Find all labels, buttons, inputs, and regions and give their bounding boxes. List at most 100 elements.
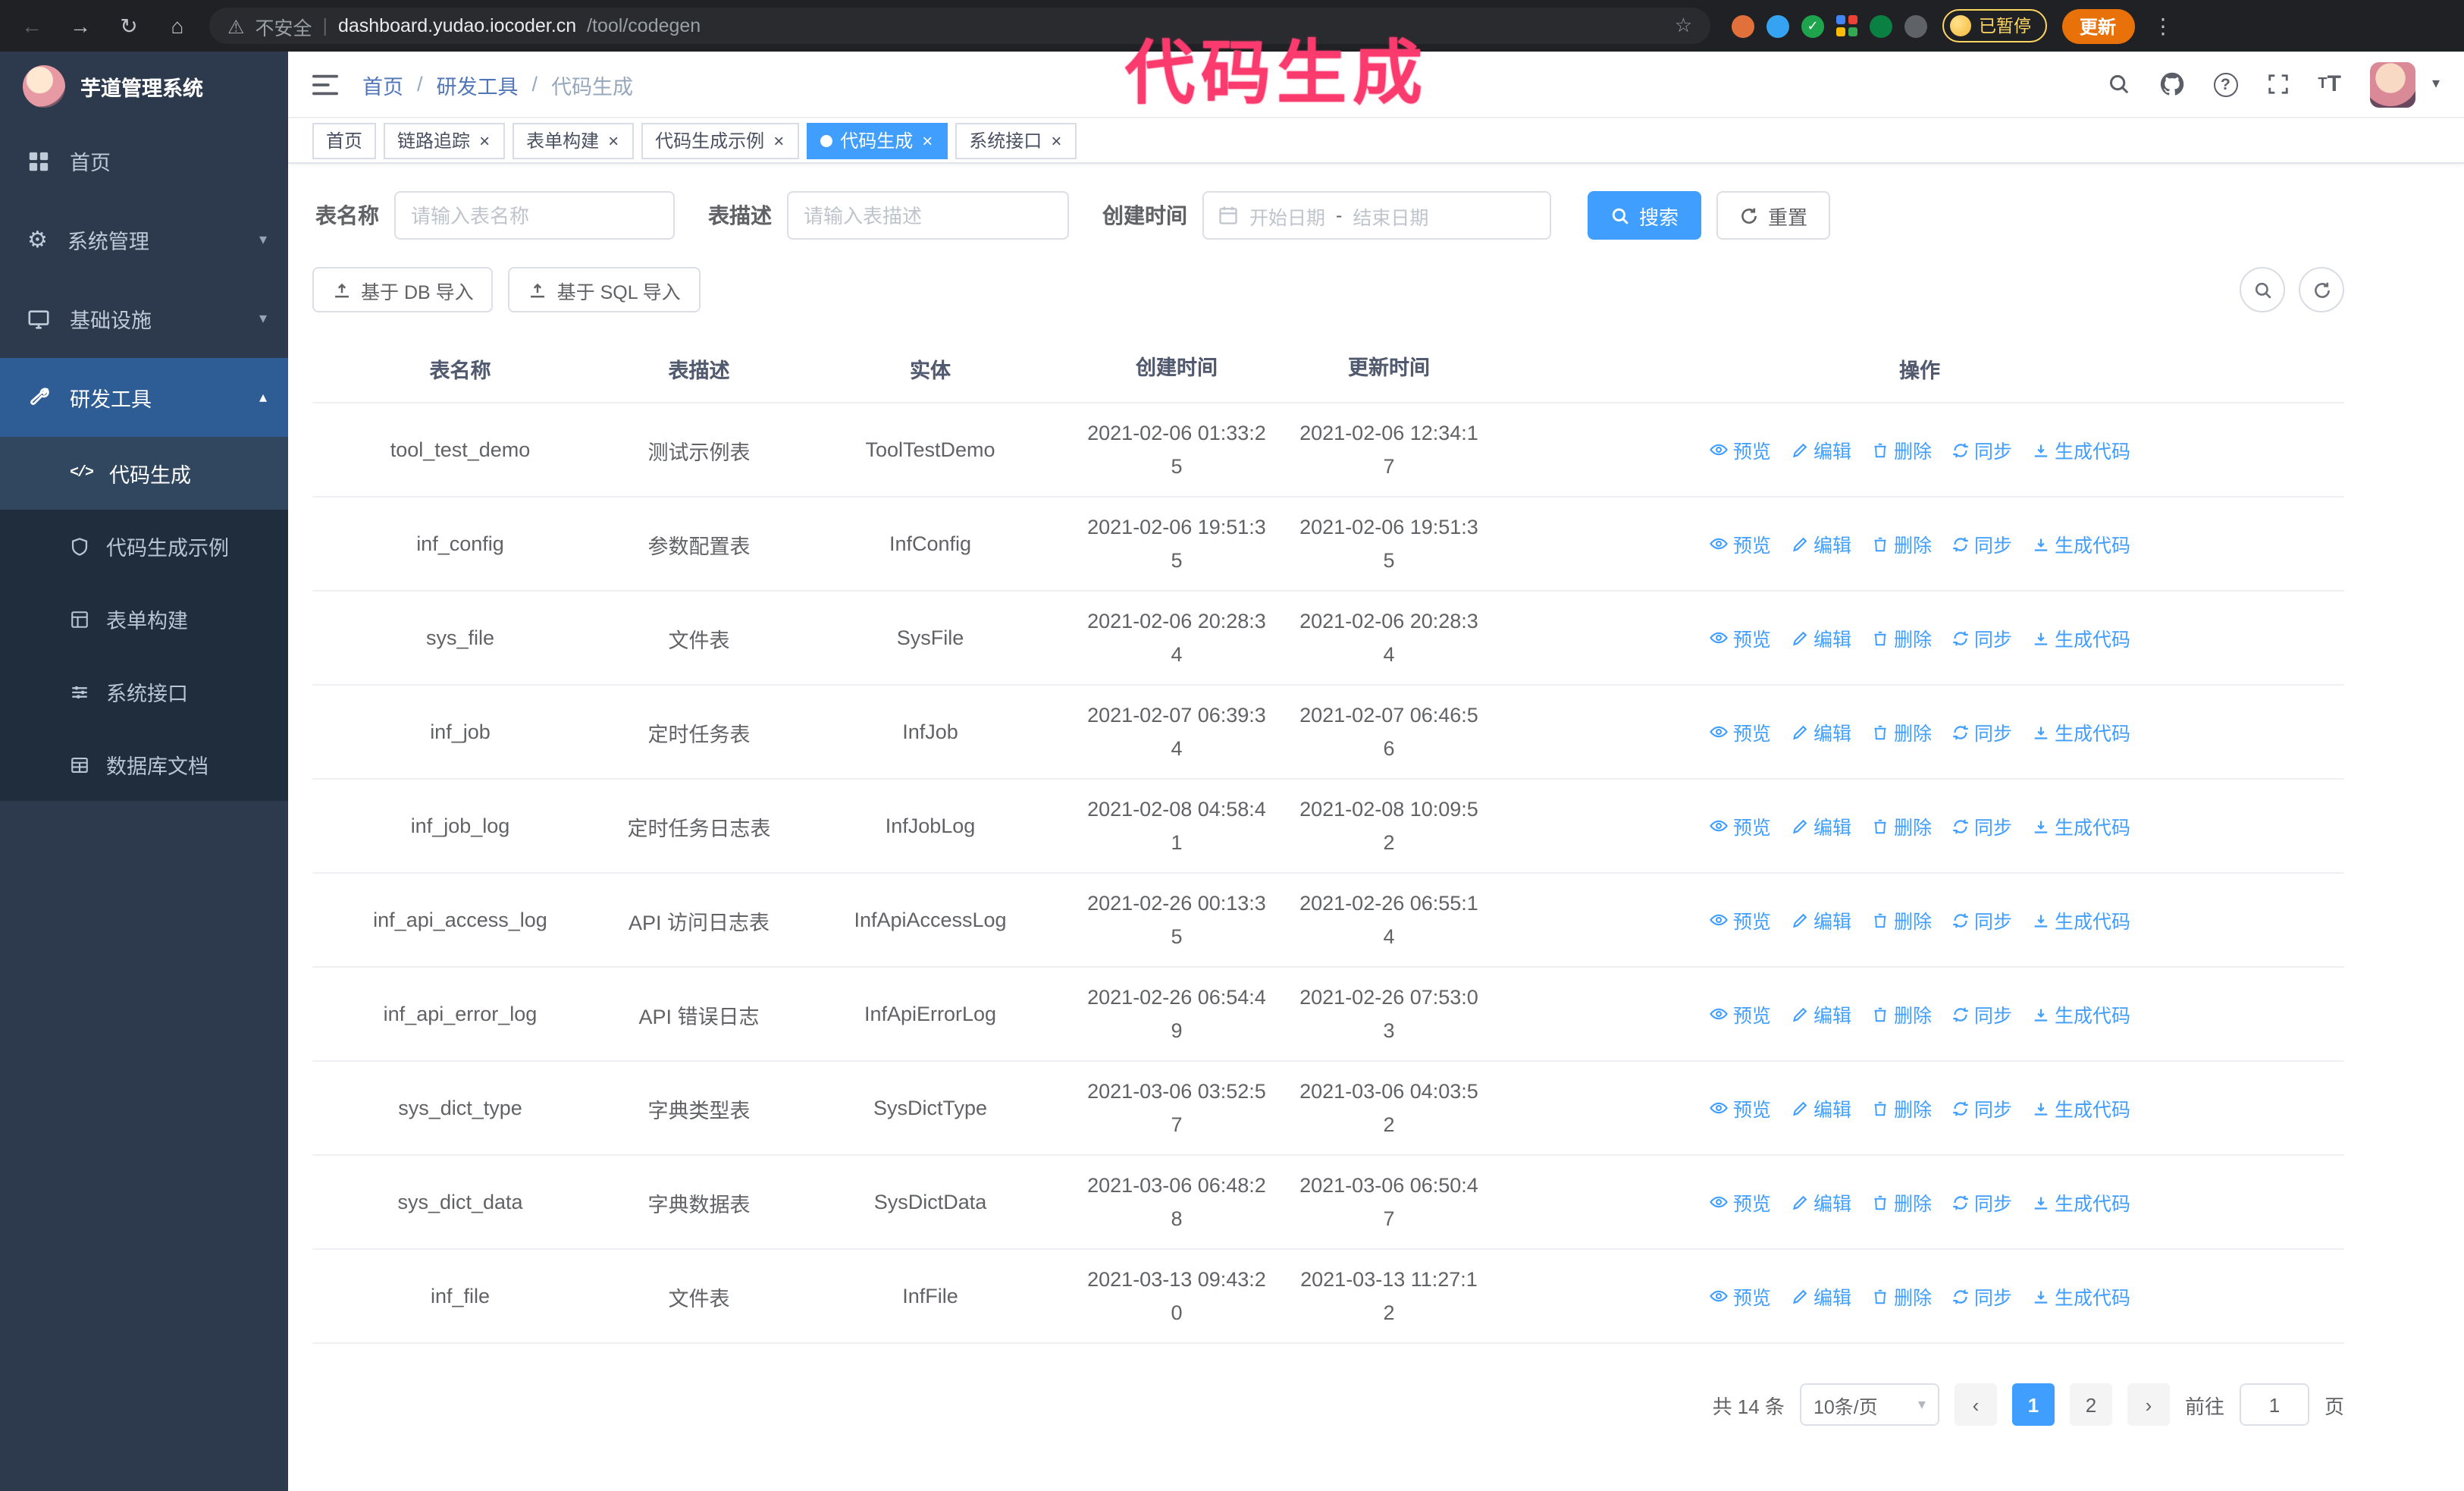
view-tab[interactable]: 系统接口 ×: [955, 122, 1077, 159]
sync-link[interactable]: 同步: [1951, 435, 2012, 464]
github-icon[interactable]: [2158, 71, 2184, 97]
sidebar-fold-icon[interactable]: [312, 74, 338, 95]
edit-link[interactable]: 编辑: [1791, 529, 1851, 558]
address-bar[interactable]: ⚠ 不安全 | dashboard.yudao.iocoder.cn/tool/…: [209, 8, 1710, 44]
extension-icon[interactable]: [1732, 14, 1754, 37]
view-tab[interactable]: 首页: [312, 122, 377, 159]
preview-link[interactable]: 预览: [1709, 1282, 1771, 1311]
preview-link[interactable]: 预览: [1709, 1000, 1771, 1028]
sync-link[interactable]: 同步: [1951, 1282, 2012, 1311]
table-desc-input[interactable]: [787, 191, 1069, 240]
browser-menu-icon[interactable]: ⋮: [2149, 13, 2177, 39]
close-icon[interactable]: ×: [920, 130, 934, 151]
sidebar-item-form-builder[interactable]: 表单构建: [0, 582, 288, 655]
goto-page-input[interactable]: [2239, 1383, 2309, 1426]
font-size-icon[interactable]: TT: [2318, 71, 2341, 97]
close-icon[interactable]: ×: [607, 130, 620, 151]
forward-icon[interactable]: →: [64, 14, 97, 38]
delete-link[interactable]: 删除: [1871, 435, 1932, 464]
generate-code-link[interactable]: 生成代码: [2032, 717, 2130, 746]
preview-link[interactable]: 预览: [1709, 1188, 1771, 1216]
profile-paused-badge[interactable]: 已暂停: [1942, 9, 2046, 42]
breadcrumb-item[interactable]: 研发工具: [437, 69, 519, 99]
delete-link[interactable]: 删除: [1871, 623, 1932, 652]
preview-link[interactable]: 预览: [1709, 623, 1771, 652]
delete-link[interactable]: 删除: [1871, 1282, 1932, 1311]
next-page-button[interactable]: ›: [2127, 1383, 2170, 1426]
delete-link[interactable]: 删除: [1871, 906, 1932, 934]
generate-code-link[interactable]: 生成代码: [2032, 435, 2130, 464]
edit-link[interactable]: 编辑: [1791, 435, 1851, 464]
delete-link[interactable]: 删除: [1871, 1094, 1932, 1122]
table-name-input[interactable]: [394, 191, 675, 240]
view-tab[interactable]: 表单构建 ×: [513, 122, 635, 159]
delete-link[interactable]: 删除: [1871, 1188, 1932, 1216]
view-tab[interactable]: 链路追踪 ×: [384, 122, 506, 159]
view-tab[interactable]: 代码生成 ×: [807, 122, 948, 159]
sync-link[interactable]: 同步: [1951, 906, 2012, 934]
reload-icon[interactable]: ↻: [112, 13, 146, 39]
sidebar-item-system[interactable]: ⚙ 系统管理 ▾: [0, 200, 288, 279]
toggle-search-button[interactable]: [2240, 267, 2285, 312]
generate-code-link[interactable]: 生成代码: [2032, 906, 2130, 934]
back-icon[interactable]: ←: [15, 14, 49, 38]
delete-link[interactable]: 删除: [1871, 811, 1932, 840]
edit-link[interactable]: 编辑: [1791, 1188, 1851, 1216]
generate-code-link[interactable]: 生成代码: [2032, 1188, 2130, 1216]
puzzle-icon[interactable]: [1904, 14, 1927, 37]
view-tab[interactable]: 代码生成示例 ×: [641, 122, 800, 159]
date-range-picker[interactable]: 开始日期 - 结束日期: [1202, 191, 1551, 240]
avatar-caret-icon[interactable]: ▾: [2432, 76, 2440, 93]
edit-link[interactable]: 编辑: [1791, 811, 1851, 840]
reset-button[interactable]: 重置: [1716, 191, 1831, 240]
preview-link[interactable]: 预览: [1709, 811, 1771, 840]
edit-link[interactable]: 编辑: [1791, 717, 1851, 746]
search-icon[interactable]: [2107, 73, 2130, 96]
delete-link[interactable]: 删除: [1871, 529, 1932, 558]
preview-link[interactable]: 预览: [1709, 529, 1771, 558]
sidebar-item-infra[interactable]: 基础设施 ▾: [0, 279, 288, 358]
import-db-button[interactable]: 基于 DB 导入: [312, 267, 494, 312]
generate-code-link[interactable]: 生成代码: [2032, 1000, 2130, 1028]
sidebar-item-devtools[interactable]: 研发工具 ▴: [0, 358, 288, 437]
sync-link[interactable]: 同步: [1951, 529, 2012, 558]
sync-link[interactable]: 同步: [1951, 811, 2012, 840]
edit-link[interactable]: 编辑: [1791, 906, 1851, 934]
generate-code-link[interactable]: 生成代码: [2032, 1282, 2130, 1311]
edit-link[interactable]: 编辑: [1791, 1282, 1851, 1311]
sync-link[interactable]: 同步: [1951, 623, 2012, 652]
home-icon[interactable]: ⌂: [161, 14, 194, 38]
generate-code-link[interactable]: 生成代码: [2032, 1094, 2130, 1122]
edit-link[interactable]: 编辑: [1791, 623, 1851, 652]
extension-icon[interactable]: [1766, 14, 1789, 37]
delete-link[interactable]: 删除: [1871, 1000, 1932, 1028]
page-number-button[interactable]: 1: [2011, 1383, 2055, 1426]
close-icon[interactable]: ×: [1049, 130, 1063, 151]
sidebar-item-db-doc[interactable]: 数据库文档: [0, 728, 288, 801]
preview-link[interactable]: 预览: [1709, 906, 1771, 934]
app-logo[interactable]: 芋道管理系统: [0, 52, 288, 121]
edit-link[interactable]: 编辑: [1791, 1094, 1851, 1122]
user-avatar[interactable]: [2369, 61, 2415, 107]
help-icon[interactable]: ?: [2213, 72, 2238, 96]
sync-link[interactable]: 同步: [1951, 717, 2012, 746]
page-number-button[interactable]: 2: [2069, 1383, 2112, 1426]
generate-code-link[interactable]: 生成代码: [2032, 529, 2130, 558]
sync-link[interactable]: 同步: [1951, 1094, 2012, 1122]
bookmark-star-icon[interactable]: ☆: [1675, 14, 1692, 38]
sync-link[interactable]: 同步: [1951, 1000, 2012, 1028]
extension-grid-icon[interactable]: [1836, 15, 1857, 36]
page-size-select[interactable]: 10条/页 ▾: [1799, 1383, 1939, 1426]
delete-link[interactable]: 删除: [1871, 717, 1932, 746]
generate-code-link[interactable]: 生成代码: [2032, 623, 2130, 652]
edit-link[interactable]: 编辑: [1791, 1000, 1851, 1028]
sidebar-item-home[interactable]: 首页: [0, 121, 288, 200]
preview-link[interactable]: 预览: [1709, 1094, 1771, 1122]
close-icon[interactable]: ×: [772, 130, 785, 151]
sidebar-item-codegen[interactable]: </> 代码生成: [0, 437, 288, 510]
generate-code-link[interactable]: 生成代码: [2032, 811, 2130, 840]
search-button[interactable]: 搜索: [1588, 191, 1702, 240]
import-sql-button[interactable]: 基于 SQL 导入: [508, 267, 701, 312]
sidebar-item-codegen-example[interactable]: 代码生成示例: [0, 510, 288, 582]
sync-link[interactable]: 同步: [1951, 1188, 2012, 1216]
